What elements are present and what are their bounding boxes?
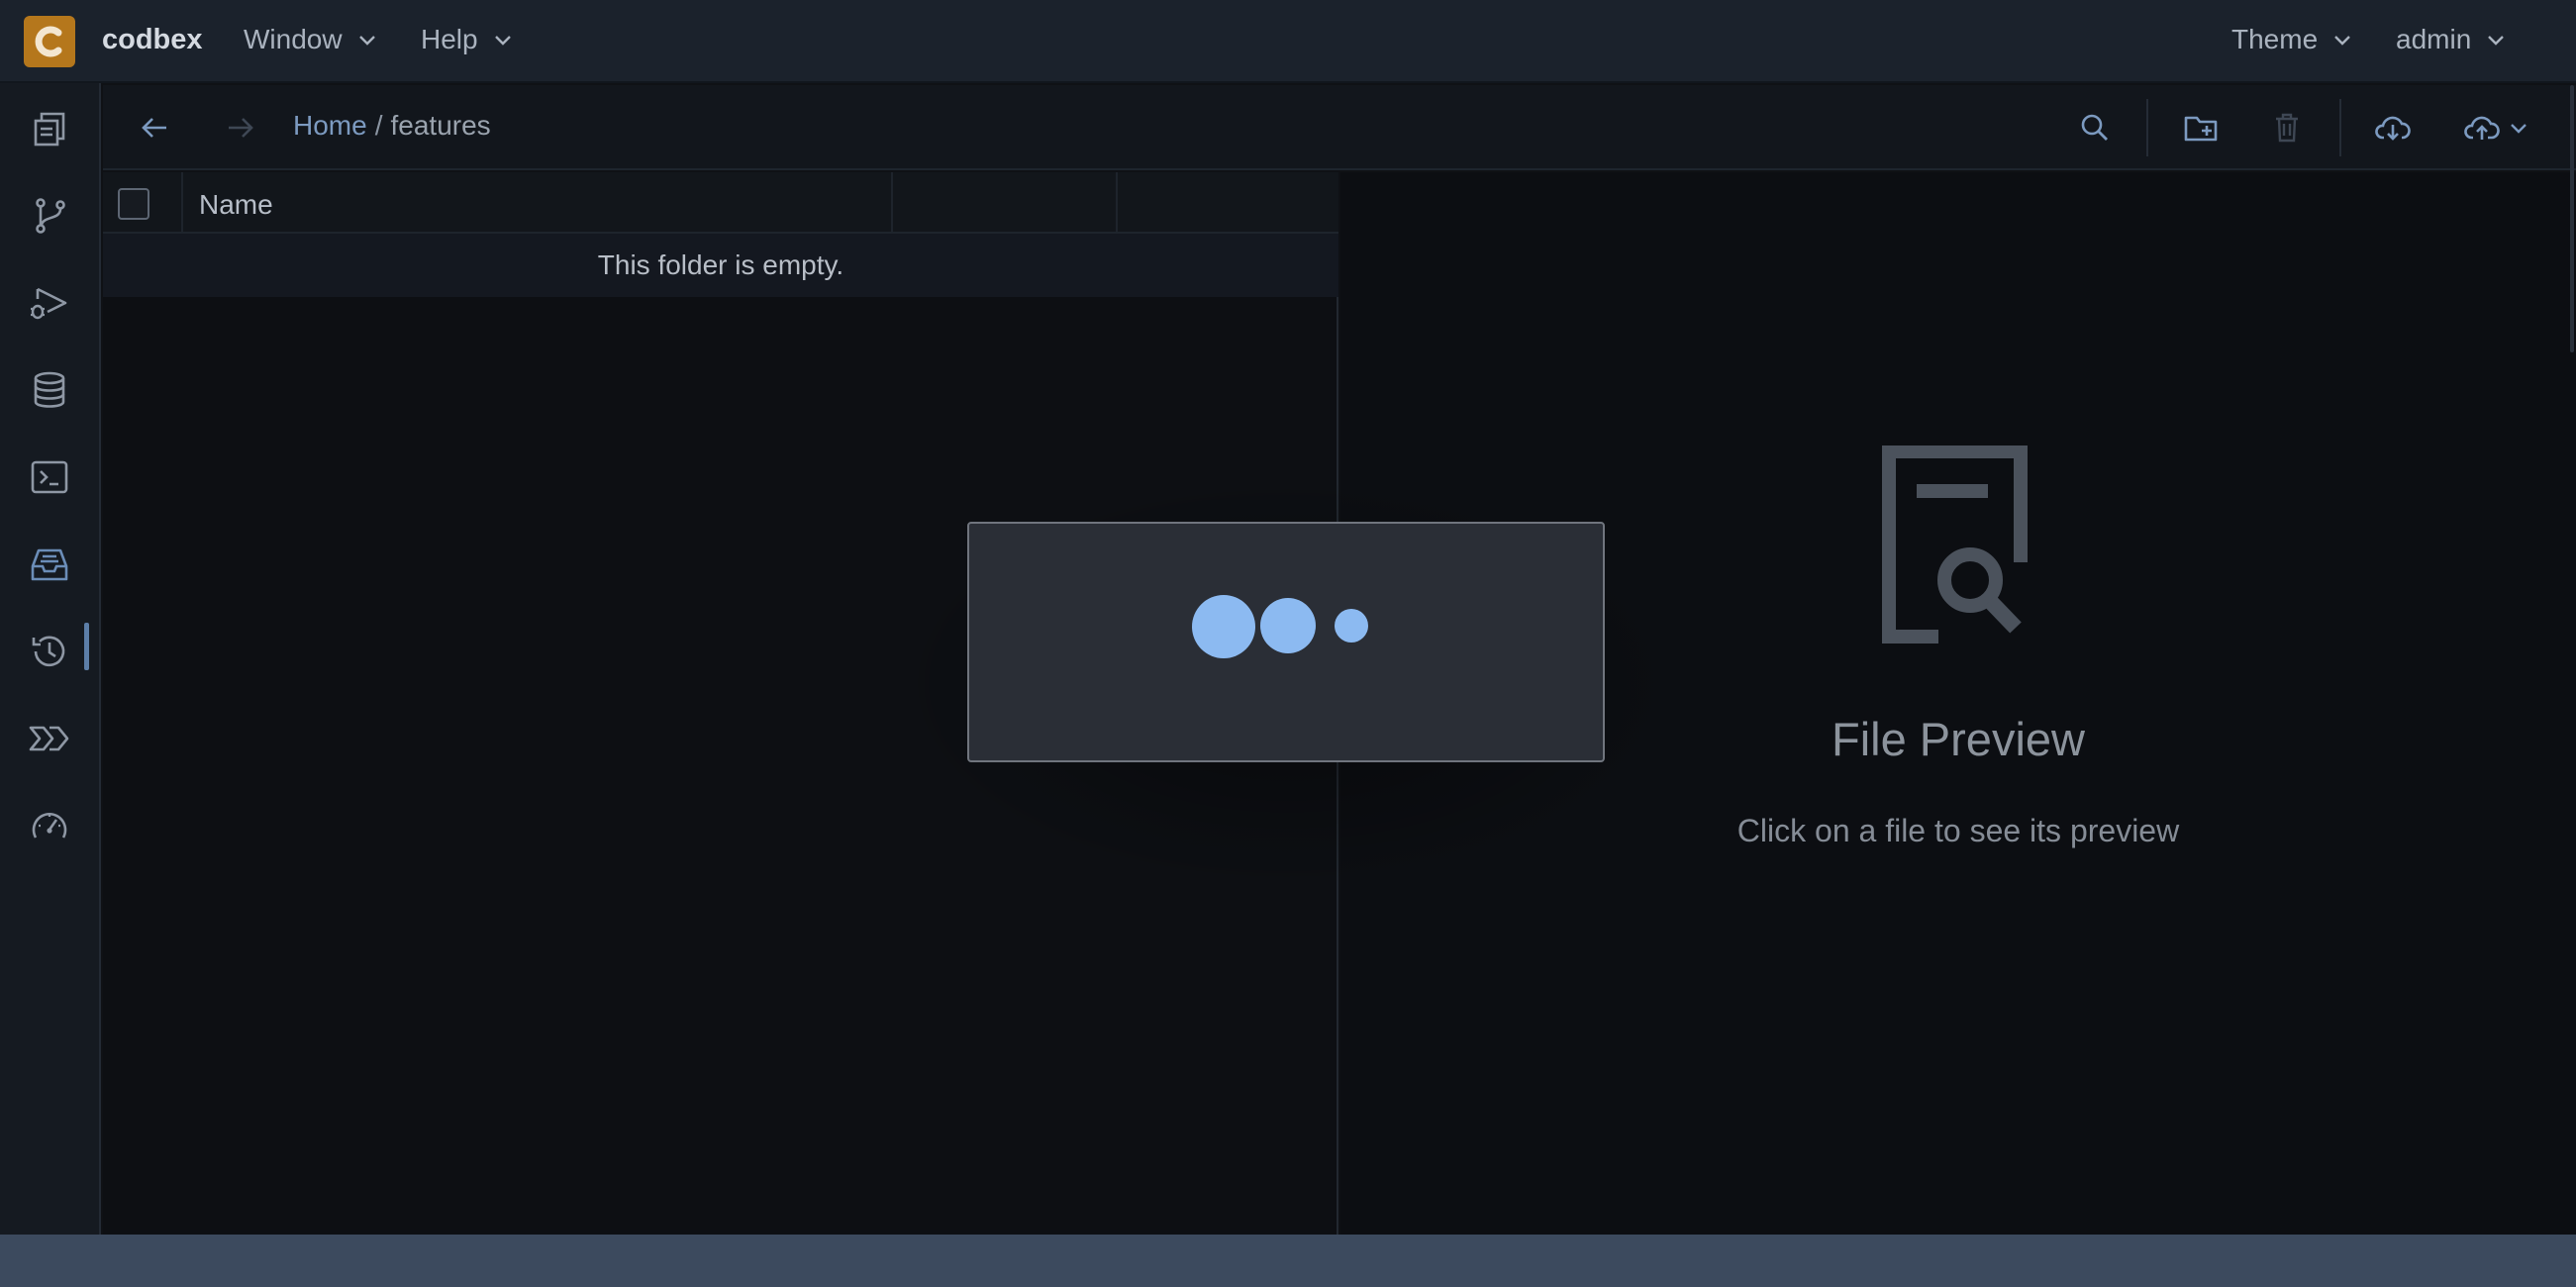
codbex-logo-icon[interactable]	[24, 16, 75, 67]
terminal-icon	[31, 460, 68, 494]
empty-folder-message: This folder is empty.	[103, 234, 1338, 297]
user-menu-label: admin	[2396, 24, 2472, 54]
activity-sidebar	[0, 83, 101, 1235]
upload-menu-button[interactable]	[2457, 105, 2536, 150]
busy-dot	[1192, 595, 1255, 658]
chevrons-icon	[29, 726, 69, 751]
search-icon	[2081, 114, 2108, 141]
new-folder-button[interactable]	[2179, 105, 2225, 150]
chevron-down-icon	[2511, 124, 2526, 134]
folder-add-icon	[2184, 116, 2218, 142]
delete-button[interactable]	[2264, 105, 2310, 150]
table-header: Name	[103, 172, 1338, 234]
help-menu[interactable]: Help	[421, 24, 514, 55]
back-button[interactable]	[132, 105, 177, 150]
scrollbar[interactable]	[2570, 85, 2574, 352]
sidebar-item-terminal[interactable]	[24, 451, 75, 503]
cloud-download-icon	[2375, 116, 2411, 141]
column-header-3[interactable]	[1116, 172, 1338, 234]
toolbar-divider	[2339, 99, 2341, 156]
trash-icon	[2276, 113, 2298, 143]
column-header-name[interactable]	[181, 172, 891, 234]
breadcrumb: Home / features	[293, 110, 491, 142]
documents-icon	[34, 112, 65, 147]
sidebar-active-indicator	[84, 623, 89, 670]
sidebar-item-workspace[interactable]	[24, 103, 75, 154]
forward-button[interactable]	[218, 105, 263, 150]
sidebar-item-documents[interactable]	[24, 539, 75, 590]
history-icon	[32, 636, 65, 667]
breadcrumb-separator: /	[374, 110, 383, 141]
sidebar-item-operations[interactable]	[24, 800, 75, 851]
window-menu-label: Window	[244, 24, 343, 54]
toolbar-divider	[2146, 99, 2148, 156]
column-header-name-label: Name	[199, 189, 273, 220]
breadcrumb-home[interactable]: Home	[293, 110, 367, 142]
user-menu[interactable]: admin	[2396, 24, 2507, 55]
app-shell: codbex Window Help Theme admin Home / fe…	[0, 0, 2576, 1287]
chevron-down-icon	[494, 36, 511, 46]
sidebar-item-debug[interactable]	[24, 277, 75, 329]
sidebar-item-git[interactable]	[24, 190, 75, 242]
chevron-down-icon	[358, 36, 375, 46]
brand-name: codbex	[102, 24, 203, 55]
documents-toolbar: Home / features	[103, 85, 2576, 170]
download-button[interactable]	[2370, 105, 2416, 150]
sidebar-item-pipelines[interactable]	[24, 713, 75, 764]
git-branch-icon	[36, 198, 65, 234]
arrow-right-icon	[229, 118, 253, 138]
window-menu[interactable]: Window	[244, 24, 378, 55]
sidebar-item-history[interactable]	[24, 626, 75, 677]
gauge-icon	[32, 812, 67, 839]
file-search-icon	[1882, 446, 2028, 644]
inbox-tray-icon	[31, 548, 68, 581]
arrow-left-icon	[142, 118, 166, 138]
busy-indicator-dialog	[967, 522, 1605, 762]
column-header-2[interactable]	[891, 172, 1116, 234]
database-icon	[34, 371, 65, 408]
top-bar: codbex Window Help Theme admin	[0, 0, 2576, 83]
cloud-upload-icon	[2464, 116, 2500, 140]
sidebar-item-database[interactable]	[24, 364, 75, 416]
theme-menu-label: Theme	[2231, 24, 2319, 54]
chevron-down-icon	[2488, 36, 2505, 46]
breadcrumb-current: features	[390, 110, 491, 141]
chevron-down-icon	[2334, 36, 2351, 46]
search-button[interactable]	[2072, 105, 2118, 150]
debug-run-icon	[31, 287, 67, 320]
busy-dot	[1335, 609, 1368, 643]
select-all-checkbox[interactable]	[118, 188, 149, 220]
theme-menu[interactable]: Theme	[2231, 24, 2353, 55]
busy-dot	[1260, 598, 1316, 653]
help-menu-label: Help	[421, 24, 478, 54]
status-bar	[0, 1235, 2576, 1287]
